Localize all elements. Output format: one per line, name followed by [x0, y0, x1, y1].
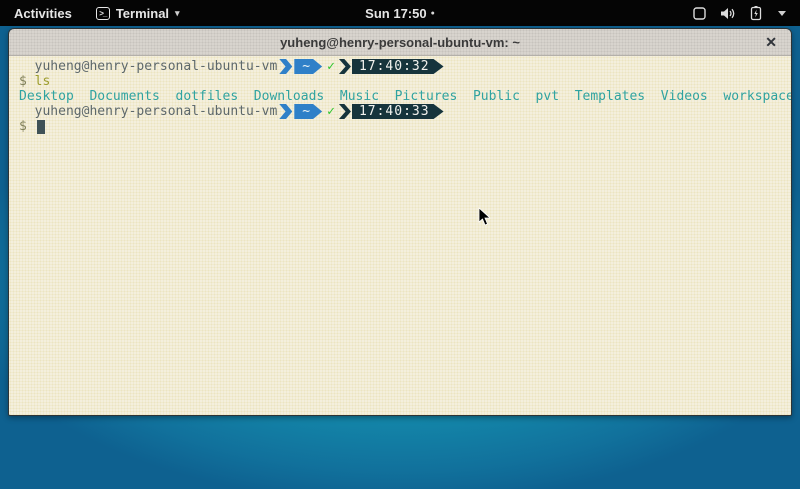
text-cursor	[37, 120, 45, 134]
terminal-window: yuheng@henry-personal-ubuntu-vm: ~ ✕ yuh…	[8, 28, 792, 416]
chevron-down-icon: ▾	[175, 8, 180, 19]
prompt-user: yuheng@henry-personal-ubuntu-vm	[35, 104, 278, 119]
terminal-icon: >_	[96, 7, 110, 20]
ls-output-line: Desktop Documents dotfiles Downloads Mus…	[19, 89, 791, 104]
top-bar: Activities >_ Terminal ▾ Sun 17:50 ●	[0, 0, 800, 26]
prompt-symbol: $	[19, 119, 35, 134]
powerline-chevron-icon	[279, 104, 292, 119]
terminal-content[interactable]: yuheng@henry-personal-ubuntu-vm~✓17:40:3…	[9, 56, 791, 415]
prompt-line-2: yuheng@henry-personal-ubuntu-vm ~✓ 17:40:3…	[19, 104, 791, 119]
prompt-indent	[19, 104, 35, 119]
prompt-path-segment: ~	[294, 104, 322, 119]
window-title: yuheng@henry-personal-ubuntu-vm: ~	[280, 35, 520, 50]
window-title-bar[interactable]: yuheng@henry-personal-ubuntu-vm: ~ ✕	[9, 29, 791, 56]
prompt-symbol: $	[19, 74, 35, 89]
battery-charging-icon	[749, 6, 765, 21]
check-icon: ✓	[322, 59, 339, 74]
system-status-area[interactable]	[678, 0, 800, 26]
prompt-time-segment: 17:40:33	[352, 104, 444, 119]
check-icon: ✓	[322, 104, 339, 119]
activities-button[interactable]: Activities	[0, 0, 86, 26]
clock-button[interactable]: Sun 17:50 ●	[365, 6, 435, 21]
close-icon[interactable]: ✕	[765, 29, 777, 56]
app-menu-terminal[interactable]: >_ Terminal ▾	[86, 0, 190, 26]
powerline-chevron-icon	[339, 104, 351, 119]
notification-dot: ●	[431, 10, 435, 17]
prompt-path-segment: ~	[294, 59, 322, 74]
activities-label: Activities	[14, 6, 72, 21]
clock-label: Sun 17:50	[365, 6, 426, 21]
command-line: $ ls	[19, 74, 791, 89]
powerline-chevron-icon	[279, 59, 292, 74]
prompt-time-segment: 17:40:32	[352, 59, 444, 74]
input-line: $	[19, 119, 791, 134]
volume-icon	[720, 6, 736, 21]
prompt-indent	[19, 59, 35, 74]
prompt-line-1: yuheng@henry-personal-ubuntu-vm ~✓ 17:40:3…	[19, 59, 791, 74]
prompt-user: yuheng@henry-personal-ubuntu-vm	[35, 59, 278, 74]
display-icon	[692, 6, 707, 21]
powerline-chevron-icon	[339, 59, 351, 74]
command-text: ls	[35, 74, 51, 89]
app-menu-label: Terminal	[116, 6, 169, 21]
chevron-down-icon	[778, 11, 786, 16]
